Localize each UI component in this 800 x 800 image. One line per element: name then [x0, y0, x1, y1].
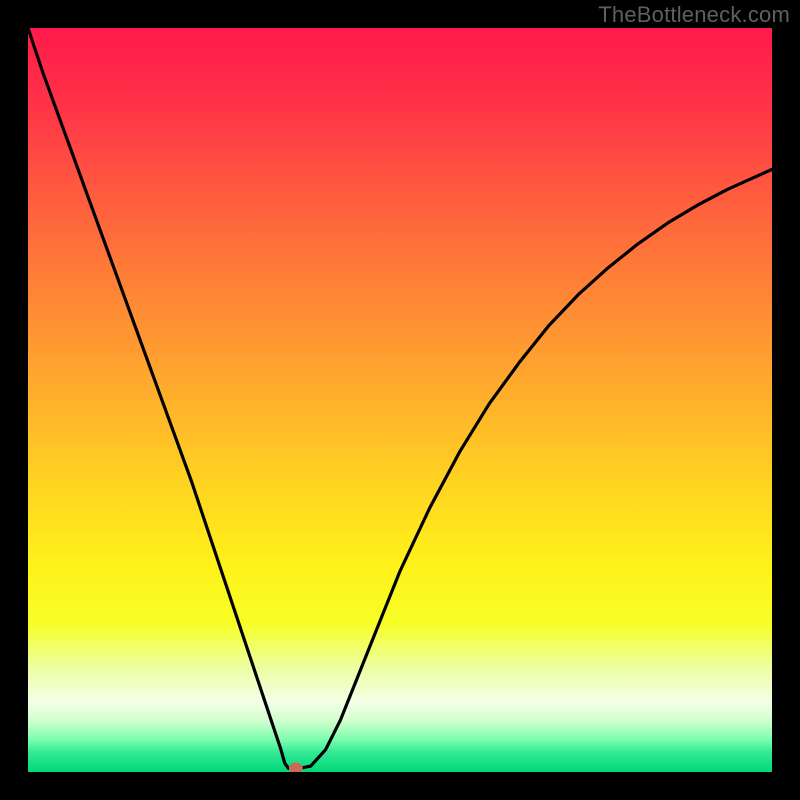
- plot-area: [28, 28, 772, 772]
- chart-frame: TheBottleneck.com: [0, 0, 800, 800]
- watermark-text: TheBottleneck.com: [598, 2, 790, 28]
- gradient-background: [28, 28, 772, 772]
- chart-svg: [28, 28, 772, 772]
